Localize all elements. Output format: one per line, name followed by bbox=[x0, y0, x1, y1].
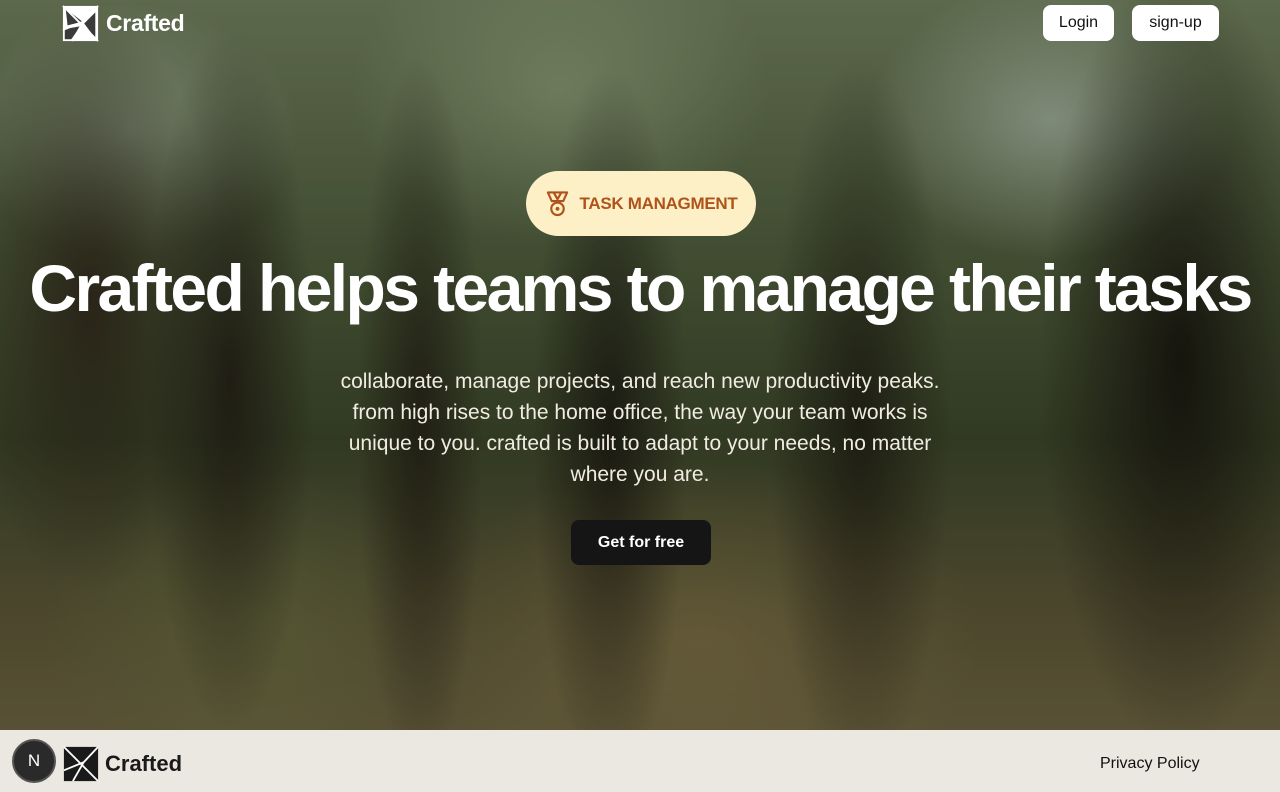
description-line: unique to you. crafted is built to adapt… bbox=[348, 432, 932, 455]
badge-label: TASK MANAGMENT bbox=[579, 193, 738, 213]
hero-description: collaborate, manage projects, and reach … bbox=[260, 366, 1020, 490]
description-line: collaborate, manage projects, and reach … bbox=[340, 370, 940, 393]
crafted-logo-icon bbox=[62, 4, 99, 42]
footer-brand[interactable]: Crafted bbox=[63, 746, 182, 782]
category-badge: TASK MANAGMENT bbox=[526, 171, 756, 236]
privacy-policy-link[interactable]: Privacy Policy bbox=[1100, 755, 1200, 773]
hero-background bbox=[0, 0, 1280, 730]
brand-logo-link[interactable]: Crafted bbox=[62, 4, 185, 42]
footer-brand-name: Crafted bbox=[105, 751, 183, 776]
next-dev-indicator[interactable]: N bbox=[12, 739, 56, 783]
login-button[interactable]: Login bbox=[1043, 5, 1114, 41]
signup-button[interactable]: sign-up bbox=[1132, 5, 1219, 41]
hero-headline: Crafted helps teams to manage their task… bbox=[29, 251, 1253, 325]
description-line: where you are. bbox=[570, 463, 710, 486]
crafted-logo-icon bbox=[63, 746, 99, 782]
medal-icon bbox=[546, 190, 568, 216]
description-line: from high rises to the home office, the … bbox=[352, 401, 928, 424]
footer: N Crafted Privacy Policy bbox=[0, 730, 1280, 792]
brand-name: Crafted bbox=[106, 9, 185, 36]
get-for-free-button[interactable]: Get for free bbox=[571, 520, 711, 565]
